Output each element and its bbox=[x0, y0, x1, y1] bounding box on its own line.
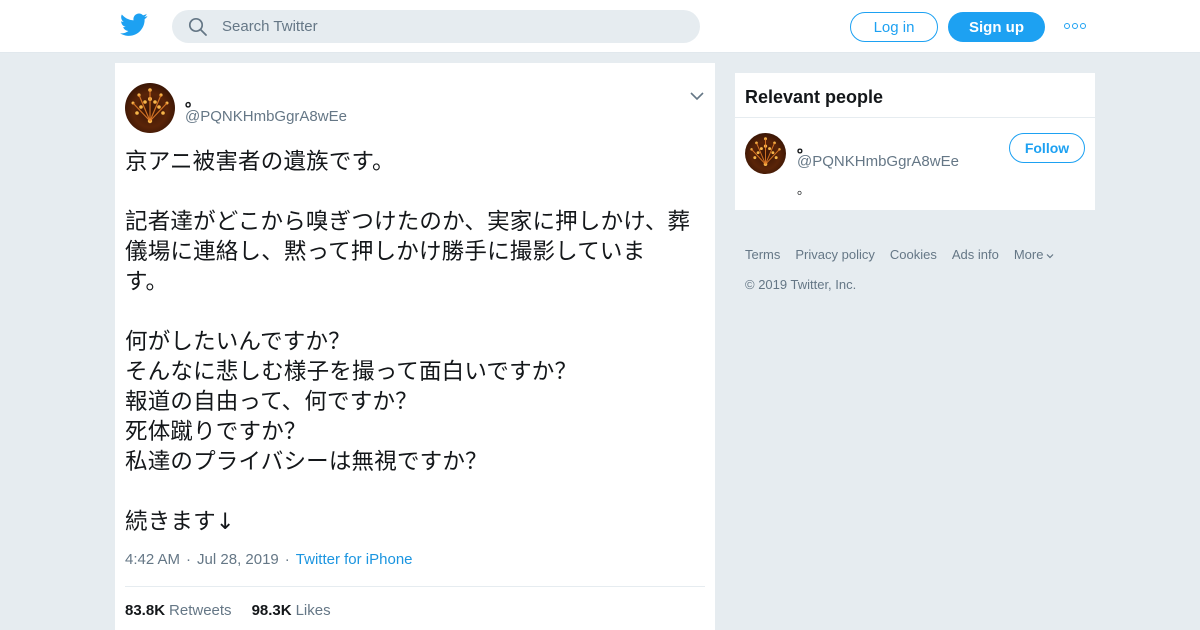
footer-link-terms[interactable]: Terms bbox=[745, 247, 780, 262]
more-dots-icon[interactable] bbox=[1064, 20, 1086, 32]
twitter-bird-icon[interactable] bbox=[120, 13, 148, 37]
signup-button[interactable]: Sign up bbox=[948, 12, 1045, 42]
top-navigation-bar: Search Twitter Log in Sign up bbox=[0, 0, 1200, 53]
tweet-time[interactable]: 4:42 AM bbox=[125, 551, 180, 568]
footer-links: Terms Privacy policy Cookies Ads info Mo… bbox=[745, 247, 1054, 262]
likes-label: Likes bbox=[295, 602, 331, 619]
follow-button[interactable]: Follow bbox=[1009, 133, 1085, 163]
avatar[interactable] bbox=[125, 83, 175, 133]
relevant-people-title: Relevant people bbox=[735, 73, 1095, 118]
divider bbox=[125, 586, 705, 587]
search-input[interactable]: Search Twitter bbox=[172, 10, 700, 43]
avatar[interactable] bbox=[745, 133, 786, 174]
likes-stat[interactable]: 98.3K Likes bbox=[252, 602, 331, 619]
footer-link-cookies[interactable]: Cookies bbox=[890, 247, 937, 262]
footer-link-privacy[interactable]: Privacy policy bbox=[795, 247, 874, 262]
retweets-stat[interactable]: 83.8K Retweets bbox=[125, 602, 232, 619]
person-bio: 。 bbox=[797, 182, 811, 197]
likes-count: 98.3K bbox=[251, 602, 292, 619]
login-button[interactable]: Log in bbox=[850, 12, 938, 42]
copyright: © 2019 Twitter, Inc. bbox=[745, 277, 857, 292]
footer-link-ads-info[interactable]: Ads info bbox=[952, 247, 999, 262]
chevron-down-icon[interactable] bbox=[690, 91, 704, 101]
more-label: More bbox=[1013, 247, 1044, 262]
tweet-card: 。 @PQNKHmbGgrA8wEe 京アニ被害者の遺族です。 記者達がどこから… bbox=[115, 63, 715, 630]
tweet-metadata: 4:42 AM · Jul 28, 2019 · Twitter for iPh… bbox=[125, 551, 413, 568]
tweet-source-link[interactable]: Twitter for iPhone bbox=[296, 551, 413, 568]
tweet-stats: 83.8K Retweets 98.3K Likes bbox=[125, 602, 331, 619]
relevant-people-module: Relevant people 。 @PQNKHmbGgrA8wEe 。 Fol… bbox=[735, 73, 1095, 210]
separator-dot: · bbox=[284, 551, 290, 568]
separator-dot: · bbox=[186, 551, 192, 568]
tweet-text: 京アニ被害者の遺族です。 記者達がどこから嗅ぎつけたのか、実家に押しかけ、葬儀場… bbox=[125, 149, 691, 535]
retweets-label: Retweets bbox=[169, 602, 232, 619]
footer-link-more[interactable]: More bbox=[1014, 247, 1055, 262]
search-placeholder: Search Twitter bbox=[222, 18, 318, 35]
tweet-date[interactable]: Jul 28, 2019 bbox=[197, 551, 279, 568]
person-handle[interactable]: @PQNKHmbGgrA8wEe bbox=[797, 153, 959, 170]
search-icon bbox=[188, 17, 207, 36]
tweet-author-handle[interactable]: @PQNKHmbGgrA8wEe bbox=[185, 108, 347, 125]
chevron-down-icon bbox=[1047, 254, 1054, 259]
retweets-count: 83.8K bbox=[125, 602, 166, 619]
